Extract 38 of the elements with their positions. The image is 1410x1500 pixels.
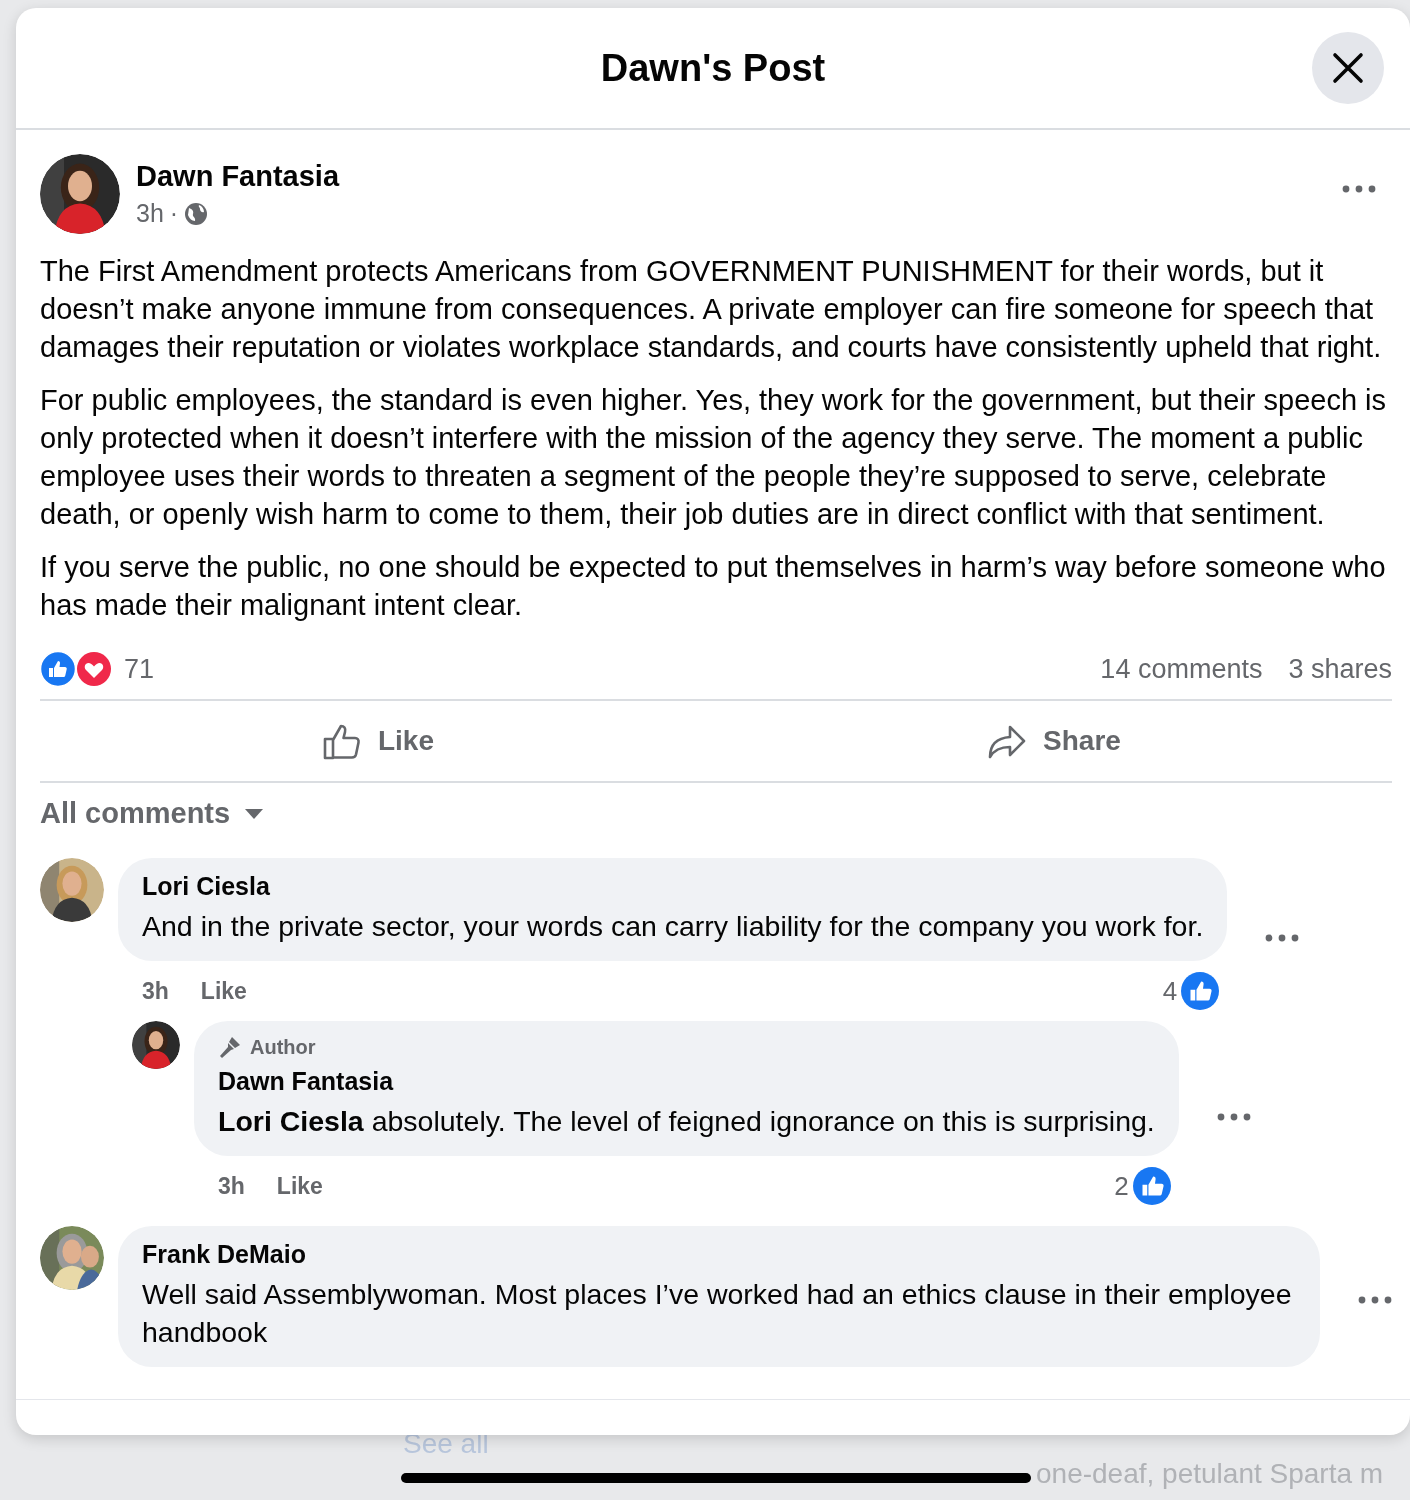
author-name[interactable]: Dawn Fantasia [136, 160, 340, 193]
reaction-icons[interactable] [40, 651, 112, 687]
dialog-title: Dawn's Post [600, 46, 826, 90]
post-text: The First Amendment protects Americans from GOVERNMENT PUNISHMENT for their words, but it doesn’t make anyone immune from consequences. A private employer can fire someone for speech that damages their reputation or violates workplace standards, and courts have consistently upheld that right. [40, 254, 1383, 365]
comment-time[interactable]: 3h [142, 977, 169, 1005]
globe-icon [184, 201, 209, 226]
comment-time[interactable]: 3h [218, 1172, 245, 1200]
more-options-icon[interactable] [1358, 1295, 1392, 1304]
like-button[interactable]: Like [40, 701, 716, 781]
post-text: If you serve the public, no one should be expected to put themselves in harm’s way before someone who has made their malignant intent clear. [40, 550, 1387, 623]
thumbs-up-icon [1132, 1167, 1171, 1205]
close-icon [1331, 51, 1365, 85]
separator-dot: · [169, 199, 179, 228]
more-options-icon[interactable] [1265, 933, 1300, 942]
comment-text: Well said Assemblywoman. Most places I’ve worked had an ethics clause in their employee handbook [142, 1277, 1293, 1350]
comment-filter[interactable]: All comments [40, 797, 231, 830]
commenter-name[interactable]: Lori Ciesla [142, 872, 1204, 901]
comments-count[interactable]: 14 comments [1100, 653, 1263, 685]
like-link[interactable]: Like [200, 977, 247, 1005]
caret-icon[interactable] [244, 807, 265, 820]
comment-text: Lori Ciesla absolutely. The level of feigned ignorance on this is surprising. [218, 1104, 1155, 1139]
thumbs-up-icon [1181, 972, 1220, 1010]
author-label: Author [250, 1035, 316, 1059]
microphone-icon [218, 1035, 242, 1059]
post-time[interactable]: 3h [136, 199, 164, 228]
commenter-name[interactable]: Dawn Fantasia [218, 1067, 1155, 1096]
reaction-count[interactable]: 71 [124, 653, 155, 685]
comment-text: And in the private sector, your words can carry liability for the company you work for. [142, 909, 1204, 944]
more-options-icon[interactable] [1216, 1112, 1251, 1121]
like-count: 2 [1114, 1170, 1129, 1202]
share-button[interactable]: Share [716, 701, 1392, 781]
commenter-name[interactable]: Frank DeMaio [142, 1240, 1296, 1269]
shares-count[interactable]: 3 shares [1288, 653, 1392, 685]
like-link[interactable]: Like [276, 1172, 323, 1200]
background-text: one-deaf, petulant Sparta m [1036, 1458, 1384, 1490]
post-text: For public employees, the standard is even higher. Yes, they work for the government, but their speech is only protected when it doesn’t interfere with the mission of the agency they serve. The moment a public employee uses their words to threaten a segment of the people they’re supposed to serve, celebrate death, or openly wish harm to come to them, their job duties are in direct conflict with that sentiment. [40, 383, 1388, 532]
like-count: 4 [1162, 975, 1178, 1007]
more-options-icon[interactable] [1342, 185, 1376, 193]
